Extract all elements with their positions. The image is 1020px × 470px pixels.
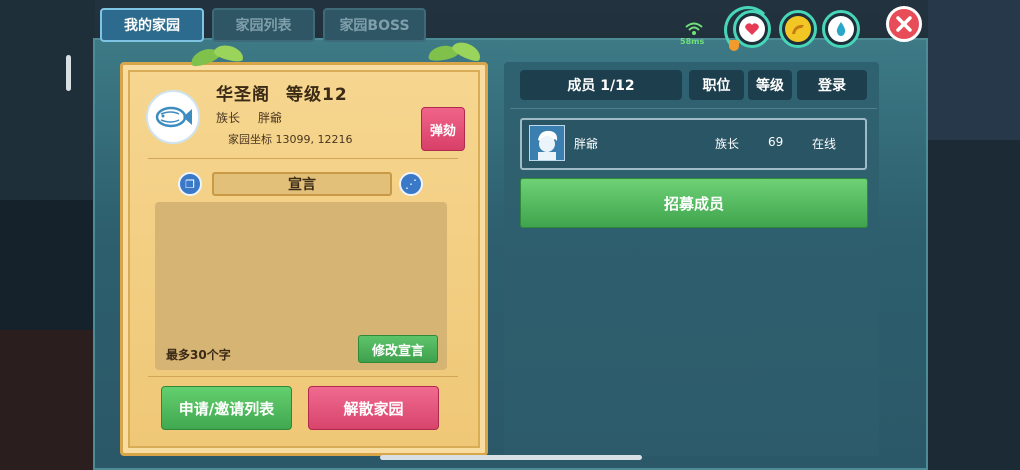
member-online-status: 在线	[812, 137, 837, 151]
close-button[interactable]	[886, 6, 922, 42]
background-wall-right-lower	[928, 140, 1020, 470]
copy-icon[interactable]: ❐	[178, 172, 202, 196]
fish-emblem-icon	[155, 106, 192, 128]
food-icon	[785, 16, 811, 42]
member-role: 族长	[715, 137, 740, 151]
leader-role-label: 族长	[216, 111, 241, 125]
background-floor-left	[0, 330, 95, 470]
position-column-header: 职位	[689, 70, 744, 100]
tab-home-list[interactable]: 家园列表	[212, 8, 315, 42]
network-ping: 58ms	[680, 37, 705, 46]
water-drop-icon	[828, 16, 854, 42]
manifesto-length-hint: 最多30个字	[166, 348, 231, 362]
divider	[148, 376, 458, 377]
member-level: 69	[768, 135, 784, 149]
home-coordinates: 家园坐标 13099, 12216	[228, 133, 353, 146]
tab-home-boss[interactable]: 家园BOSS	[323, 8, 426, 42]
share-icon[interactable]: ⋰	[399, 172, 423, 196]
side-scroll-indicator	[66, 55, 71, 91]
background-wall-left-lower	[0, 200, 95, 340]
home-indicator-bar	[380, 455, 642, 460]
recruit-members-button[interactable]: 招募成员	[520, 178, 868, 228]
background-wall-left	[0, 0, 95, 200]
home-name: 华圣阁	[216, 85, 270, 105]
leader-name: 胖爺	[258, 111, 283, 125]
disband-home-button[interactable]: 解散家园	[308, 386, 439, 430]
member-avatar	[529, 125, 565, 161]
level-column-header: 等级	[748, 70, 792, 100]
thirst-stat	[822, 10, 860, 48]
background-wall-right	[928, 0, 1020, 140]
close-icon	[896, 16, 912, 32]
armor-badge-icon	[729, 40, 739, 51]
wifi-signal-icon	[685, 22, 703, 35]
members-count-header: 成员 1/12	[520, 70, 682, 100]
tab-my-home[interactable]: 我的家园	[100, 8, 204, 42]
impeach-button[interactable]: 弹劾	[421, 107, 465, 151]
divider	[510, 108, 877, 109]
hunger-stat	[779, 10, 817, 48]
login-column-header: 登录	[797, 70, 867, 100]
home-emblem-avatar	[146, 90, 200, 144]
player-portrait-icon	[538, 130, 558, 160]
heart-icon	[739, 16, 765, 42]
manifesto-title: 宣言	[212, 172, 392, 196]
member-name: 胖爺	[574, 137, 599, 151]
home-level: 等级12	[286, 85, 348, 105]
edit-manifesto-button[interactable]: 修改宣言	[358, 335, 438, 363]
apply-invite-list-button[interactable]: 申请/邀请列表	[161, 386, 292, 430]
divider	[148, 158, 458, 159]
